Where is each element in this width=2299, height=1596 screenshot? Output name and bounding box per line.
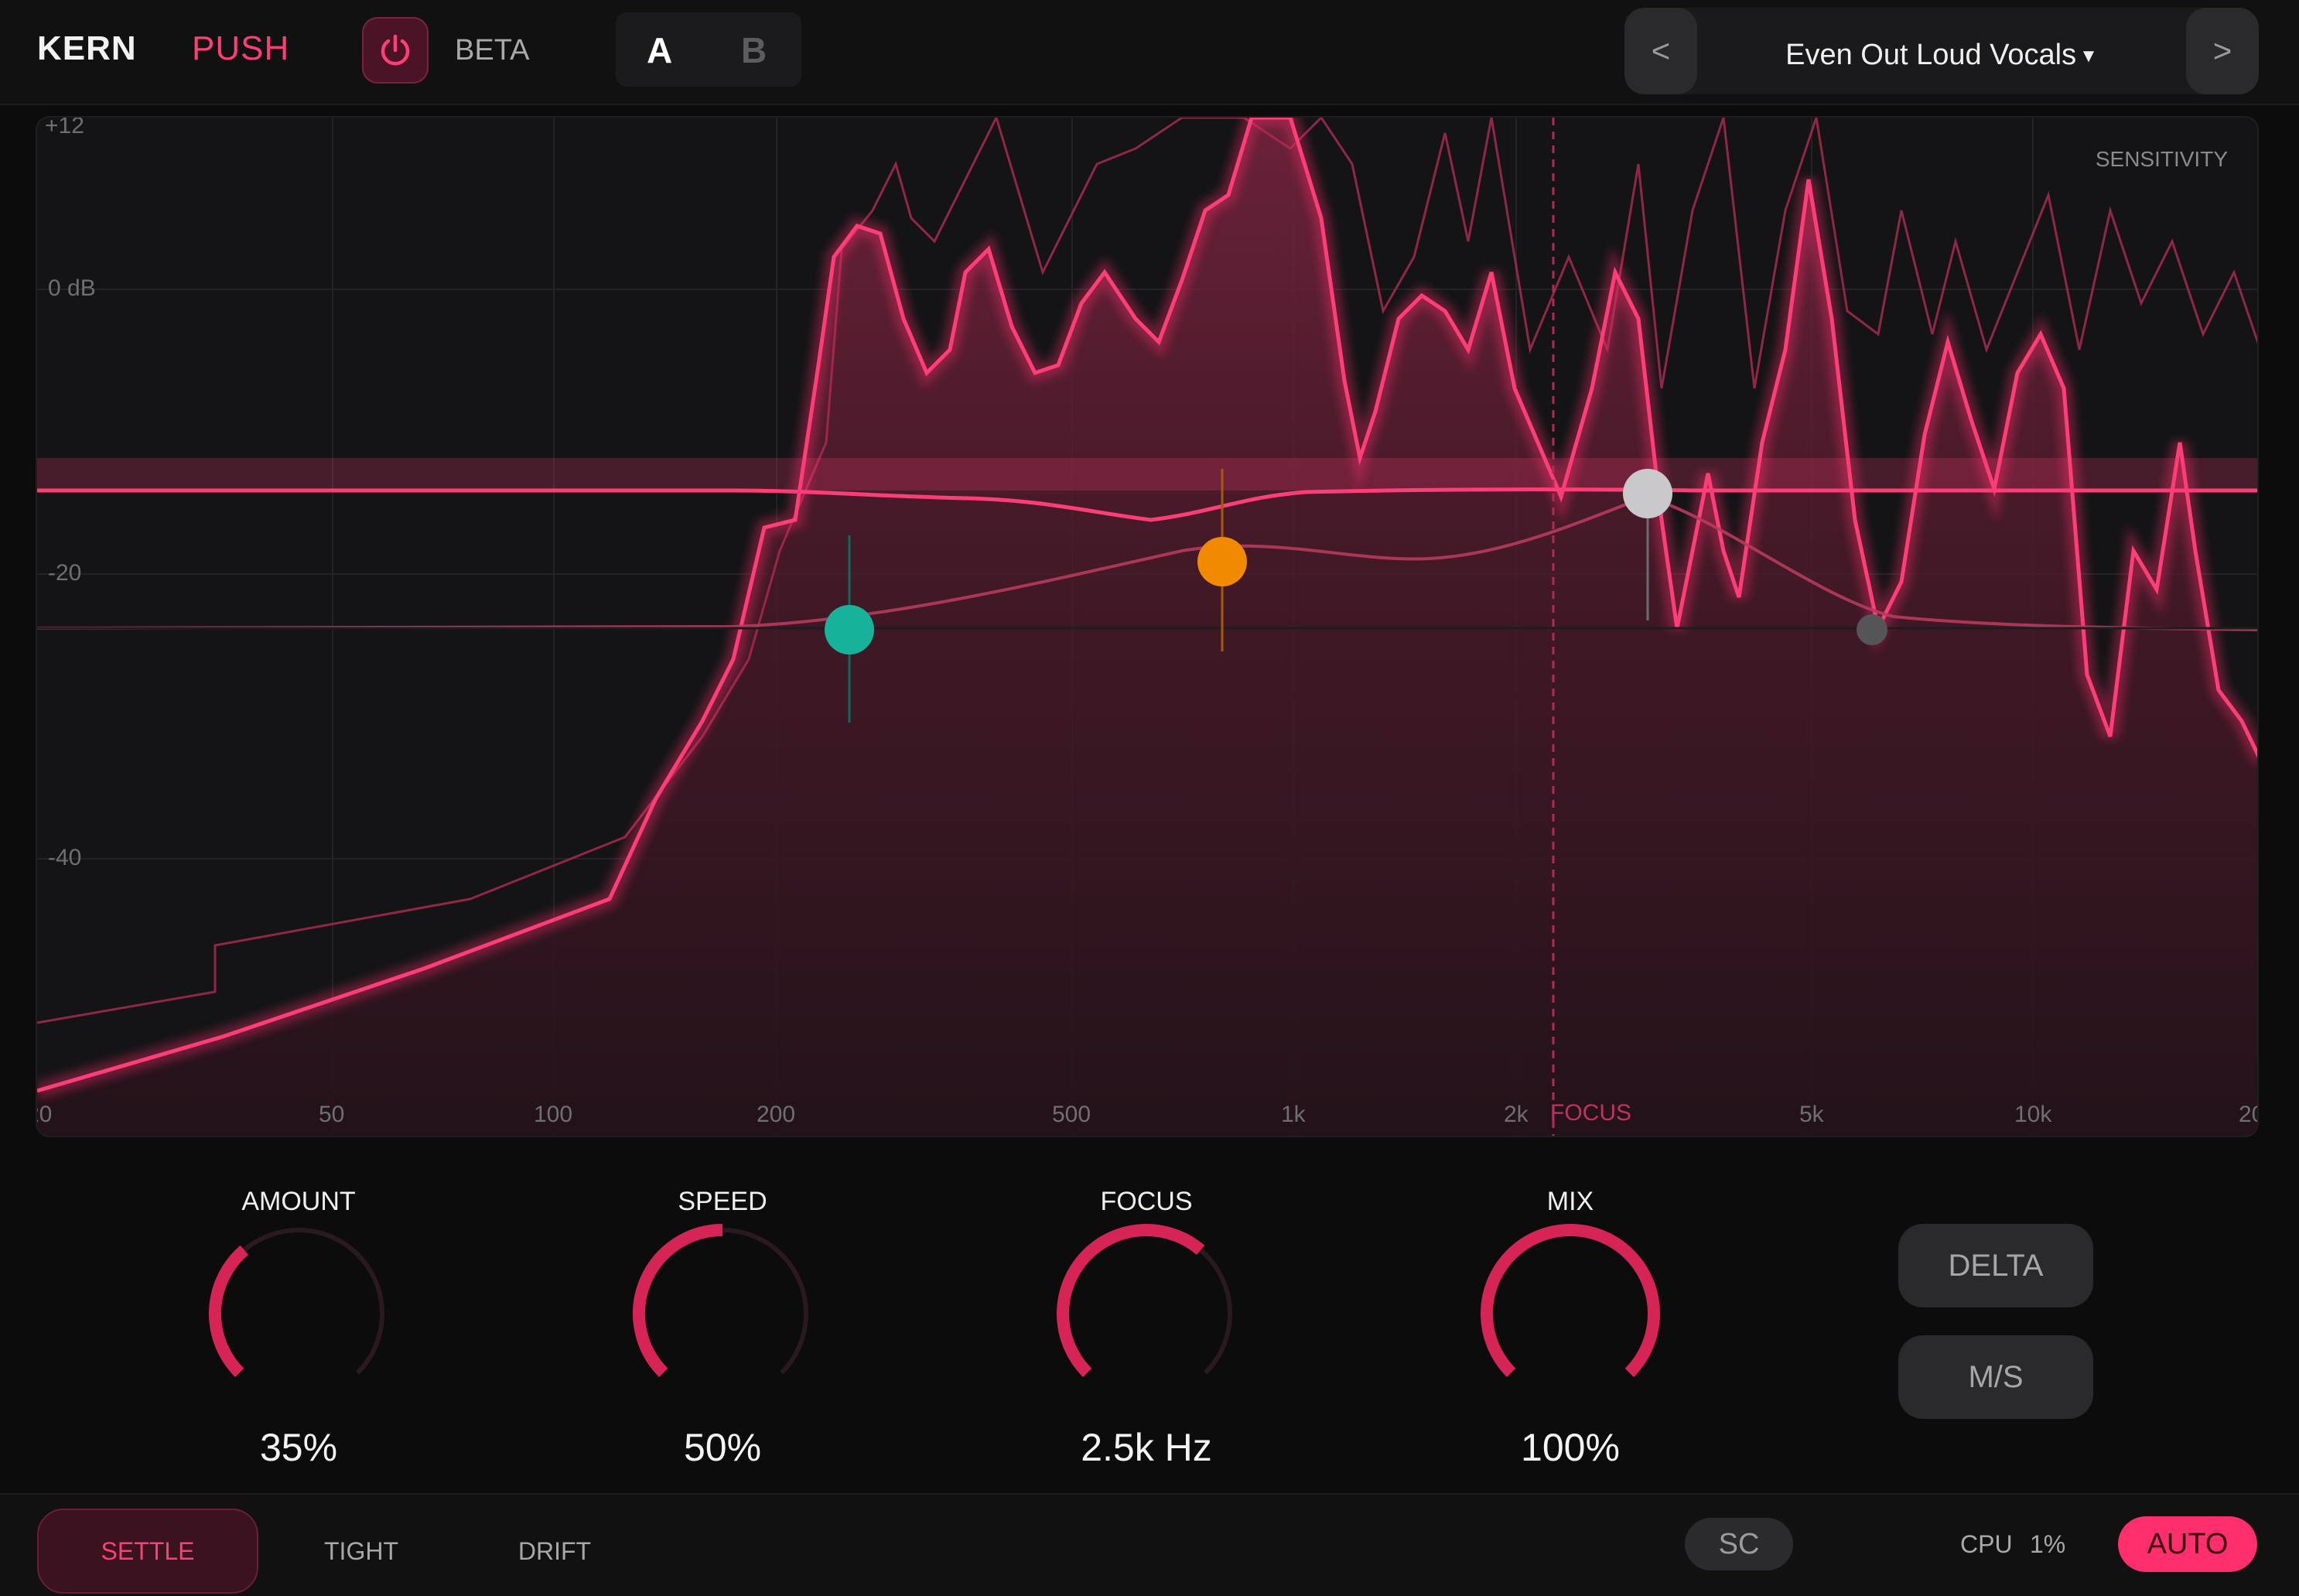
freq-label: 2k <box>1504 1102 1529 1127</box>
delta-button[interactable]: DELTA <box>1898 1224 2093 1307</box>
preset-selector: < Even Out Loud Vocals ▼ > <box>1624 8 2259 94</box>
speed-knob[interactable]: SPEED 50% <box>599 1176 846 1485</box>
focus-value: 2.5k Hz <box>1081 1426 1212 1469</box>
sidechain-button[interactable]: SC <box>1685 1518 1793 1570</box>
db-label: -20 <box>48 560 82 586</box>
air-node[interactable] <box>1857 614 1887 645</box>
mix-knob[interactable]: MIX 100% <box>1447 1176 1694 1485</box>
footer-bar: SETTLE TIGHT DRIFT SC CPU 1% AUTO <box>0 1493 2299 1596</box>
header-bar: KERN PUSH BETA A B < Even Out Loud Vocal… <box>0 0 2299 105</box>
db-label: +12 <box>45 116 84 138</box>
high-node[interactable] <box>1623 469 1672 518</box>
freq-label: 100 <box>534 1102 573 1127</box>
mode-settle-button[interactable]: SETTLE <box>37 1509 258 1594</box>
focus-knob[interactable]: FOCUS 2.5k Hz <box>1023 1176 1270 1485</box>
ab-slot-a[interactable]: A <box>647 29 672 71</box>
preset-next-button[interactable]: > <box>2186 8 2259 94</box>
focus-tag: FOCUS <box>1550 1100 1631 1126</box>
amount-dial-fill <box>209 1245 249 1378</box>
cpu-label: CPU <box>1960 1530 2013 1558</box>
caret-down-icon: ▼ <box>2079 45 2098 67</box>
sensitivity-label: SENSITIVITY <box>2095 147 2228 171</box>
threshold-band <box>37 458 2257 490</box>
db-label: 0 dB <box>48 275 96 301</box>
speed-label: SPEED <box>678 1187 767 1216</box>
ab-slot-b[interactable]: B <box>741 29 767 71</box>
focus-label: FOCUS <box>1100 1187 1193 1216</box>
freq-label: 20 <box>37 1102 53 1127</box>
mid-side-button[interactable]: M/S <box>1898 1335 2093 1419</box>
speed-value: 50% <box>683 1426 762 1469</box>
ab-compare-toggle: A B <box>616 12 801 87</box>
db-label: -40 <box>48 845 82 870</box>
amount-label: AMOUNT <box>241 1187 356 1216</box>
freq-label: 10k <box>2014 1102 2052 1127</box>
amount-value: 35% <box>259 1426 338 1469</box>
preset-dropdown[interactable]: Even Out Loud Vocals ▼ <box>1624 39 2259 72</box>
mix-dial[interactable] <box>1477 1221 1663 1406</box>
mode-drift-button[interactable]: DRIFT <box>489 1509 620 1594</box>
mode-tight-button[interactable]: TIGHT <box>295 1509 427 1594</box>
mid-node[interactable] <box>1197 537 1247 586</box>
speed-dial-fill <box>633 1224 723 1378</box>
spectrum-display[interactable]: +12 0 dB -20 -40 SENSITIVITY 20 50 100 2… <box>36 116 2259 1137</box>
brand-logo: KERN <box>37 29 137 67</box>
auto-button[interactable]: AUTO <box>2118 1516 2257 1572</box>
preset-name: Even Out Loud Vocals <box>1785 39 2077 71</box>
spectrum-graph[interactable] <box>37 118 2259 1137</box>
speed-dial[interactable] <box>630 1221 815 1406</box>
freq-label: 500 <box>1052 1102 1091 1127</box>
mix-dial-fill <box>1481 1224 1660 1378</box>
amount-dial[interactable] <box>206 1221 391 1406</box>
focus-dial[interactable] <box>1054 1221 1239 1406</box>
freq-label: 20k <box>2239 1102 2257 1127</box>
focus-dial-fill <box>1057 1224 1205 1378</box>
low-node[interactable] <box>825 605 874 654</box>
power-icon <box>381 34 410 66</box>
power-button[interactable] <box>362 17 429 84</box>
freq-label: 50 <box>319 1102 345 1127</box>
freq-label: 200 <box>757 1102 796 1127</box>
mode-title[interactable]: PUSH <box>192 29 289 68</box>
freq-label: 1k <box>1281 1102 1306 1127</box>
beta-label: BETA <box>455 34 530 67</box>
freq-label: 5k <box>1799 1102 1824 1127</box>
mix-label: MIX <box>1546 1187 1594 1216</box>
amount-knob[interactable]: AMOUNT 35% <box>175 1176 422 1485</box>
cpu-value: 1% <box>2030 1530 2066 1558</box>
mix-value: 100% <box>1521 1426 1620 1469</box>
